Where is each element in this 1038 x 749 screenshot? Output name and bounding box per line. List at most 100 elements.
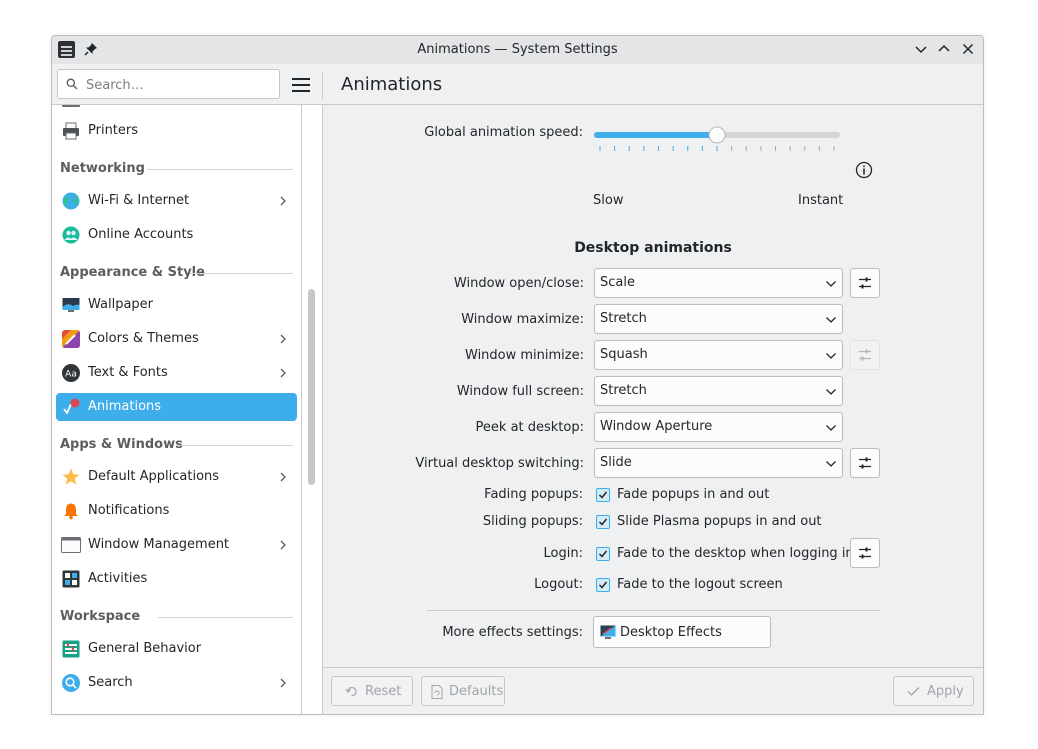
more-effects-label: More effects settings:	[442, 625, 583, 640]
sidebar-item-default-applications[interactable]: Default Applications	[56, 463, 297, 491]
sidebar-item-window-management[interactable]: Window Management	[56, 531, 297, 559]
login-checkbox[interactable]	[596, 547, 610, 561]
window-full-screen-combo[interactable]: Stretch	[594, 376, 843, 406]
window-minimize-configure-button[interactable]	[850, 340, 880, 370]
speed-instant-label: Instant	[798, 193, 844, 208]
minimize-window-icon[interactable]	[913, 41, 929, 57]
virtual-desktop-switching-combo[interactable]: Slide	[594, 448, 843, 478]
search-input[interactable]	[84, 74, 273, 96]
desktop-effects-label: Desktop Effects	[620, 625, 722, 640]
setting-label: Window maximize:	[461, 312, 584, 327]
defaults-button[interactable]: Defaults	[421, 676, 505, 706]
sidebar-item-general-behavior[interactable]: General Behavior	[56, 635, 297, 663]
chevron-down-icon	[826, 353, 836, 359]
hamburger-menu-icon[interactable]	[290, 74, 312, 96]
sidebar-item-notifications[interactable]: Notifications	[56, 497, 297, 525]
apply-button[interactable]: Apply	[893, 676, 974, 706]
checkmark-icon	[598, 491, 608, 499]
search-icon	[62, 674, 80, 692]
sidebar-item-text-fonts[interactable]: Aa Text & Fonts	[56, 359, 297, 387]
footer-bar: Reset Defaults Apply	[323, 668, 983, 714]
info-icon[interactable]	[855, 161, 873, 179]
chevron-right-icon	[280, 196, 286, 206]
checkmark-icon	[598, 518, 608, 526]
wallpaper-icon	[62, 298, 80, 312]
setting-label: Window open/close:	[453, 276, 584, 291]
slider-fill	[594, 132, 717, 138]
partial-item-icon	[62, 105, 80, 107]
category-appearance-style: Appearance & Style	[60, 265, 205, 280]
category-divider	[158, 617, 293, 618]
peek-at-desktop-combo[interactable]: Window Aperture	[594, 412, 843, 442]
window-open-close-combo[interactable]: Scale	[594, 268, 843, 298]
fading-popups-checkbox[interactable]	[596, 488, 610, 502]
slider-handle[interactable]	[708, 126, 726, 144]
checkbox-text[interactable]: Fade to the logout screen	[617, 577, 783, 592]
configure-icon	[859, 457, 871, 469]
chevron-right-icon	[280, 368, 286, 378]
configure-icon	[859, 349, 871, 361]
desktop-effects-button[interactable]: Desktop Effects	[593, 616, 771, 648]
sidebar[interactable]: Printers Networking Wi-Fi & Internet Onl…	[52, 105, 301, 714]
maximize-window-icon[interactable]	[936, 41, 952, 57]
content-area: Global animation speed: Slow Instant Des…	[323, 105, 983, 667]
sidebar-item-label: Window Management	[88, 537, 230, 552]
chevron-down-icon	[826, 389, 836, 395]
check-label: Fading popups:	[484, 487, 583, 502]
animation-speed-slider[interactable]	[592, 123, 844, 159]
category-divider	[190, 273, 293, 274]
window-maximize-combo[interactable]: Stretch	[594, 304, 843, 334]
sidebar-item-wallpaper[interactable]: Wallpaper	[56, 291, 297, 319]
activities-icon	[62, 570, 80, 588]
palette-icon	[62, 330, 80, 348]
chevron-down-icon	[826, 425, 836, 431]
combo-value: Stretch	[600, 383, 647, 398]
checkmark-icon	[598, 581, 608, 589]
window-icon	[61, 537, 81, 553]
sidebar-item-online-accounts[interactable]: Online Accounts	[56, 221, 297, 249]
printer-icon	[63, 122, 79, 140]
window-open-close-configure-button[interactable]	[850, 268, 880, 298]
reset-icon	[345, 686, 357, 697]
category-apps-windows: Apps & Windows	[60, 437, 183, 452]
checkbox-text[interactable]: Slide Plasma popups in and out	[617, 514, 822, 529]
sidebar-item-printers[interactable]: Printers	[56, 117, 297, 145]
reset-button[interactable]: Reset	[331, 676, 413, 706]
sidebar-item-label: Default Applications	[88, 469, 220, 484]
sidebar-item-animations[interactable]: Animations	[56, 393, 297, 421]
virtual-desktop-switching-configure-button[interactable]	[850, 448, 880, 478]
sidebar-item-search[interactable]: Search	[56, 669, 297, 697]
speed-slow-label: Slow	[593, 193, 624, 208]
chevron-down-icon	[826, 317, 836, 323]
desktop-effects-icon	[600, 625, 616, 639]
setting-label: Window full screen:	[456, 384, 584, 399]
page-title: Animations	[341, 74, 443, 95]
sidebar-item-label: Animations	[88, 399, 162, 414]
combo-value: Squash	[600, 347, 648, 362]
header-separator	[322, 71, 323, 99]
sidebar-item-colors-themes[interactable]: Colors & Themes	[56, 325, 297, 353]
close-window-icon[interactable]	[960, 41, 976, 57]
section-title: Desktop animations	[574, 240, 732, 256]
slider-ticks	[599, 146, 835, 151]
window-minimize-combo[interactable]: Squash	[594, 340, 843, 370]
sidebar-item-label: Search	[88, 675, 133, 690]
sliding-popups-checkbox[interactable]	[596, 515, 610, 529]
sidebar-item-wifi-internet[interactable]: Wi-Fi & Internet	[56, 187, 297, 215]
category-divider	[176, 445, 293, 446]
logout-checkbox[interactable]	[596, 578, 610, 592]
sidebar-item-activities[interactable]: Activities	[56, 565, 297, 593]
checkbox-text[interactable]: Fade popups in and out	[617, 487, 769, 502]
login-configure-button[interactable]	[850, 538, 880, 568]
defaults-label: Defaults	[449, 684, 504, 699]
search-field[interactable]	[57, 69, 280, 99]
sidebar-item-label: Colors & Themes	[88, 331, 199, 346]
setting-label: Window minimize:	[465, 348, 584, 363]
svg-text:Aa: Aa	[65, 370, 77, 380]
check-label: Logout:	[534, 577, 583, 592]
apply-label: Apply	[927, 684, 964, 699]
checkbox-text[interactable]: Fade to the desktop when logging in	[617, 546, 854, 561]
settings-divider	[427, 610, 880, 611]
title-bar[interactable]: Animations — System Settings	[52, 36, 983, 64]
settings-window: Animations — System Settings Animations	[51, 35, 984, 715]
